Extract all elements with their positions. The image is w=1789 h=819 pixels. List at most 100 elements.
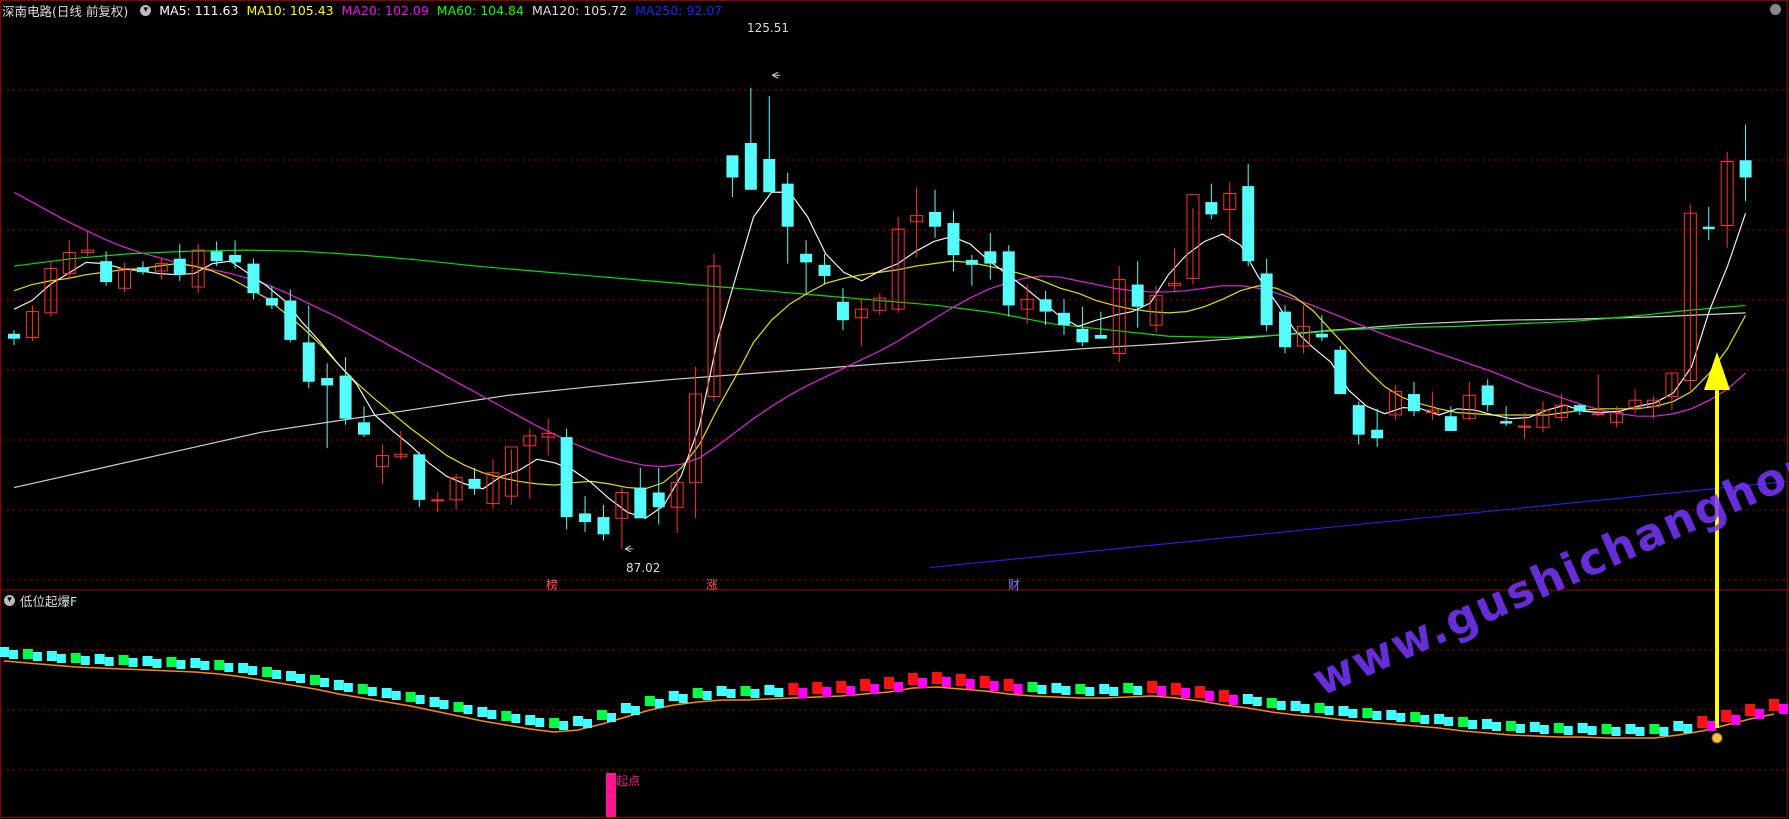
sub-block-magenta bbox=[822, 687, 832, 697]
sub-block-magenta bbox=[1707, 721, 1717, 731]
sub-block-green bbox=[1529, 722, 1540, 732]
sub-block-magenta bbox=[1013, 684, 1023, 694]
candle-body-down bbox=[1702, 226, 1715, 230]
sub-block-green bbox=[1290, 701, 1301, 711]
sub-block-green bbox=[333, 680, 344, 690]
cai-marker: 财 bbox=[1008, 578, 1021, 592]
sub-block-red bbox=[1147, 681, 1158, 693]
candle-body-down bbox=[781, 183, 794, 227]
sub-block-magenta bbox=[798, 688, 808, 698]
sub-block-cyan bbox=[1659, 727, 1669, 736]
sub-block-cyan bbox=[367, 687, 377, 696]
sub-block-cyan bbox=[272, 670, 282, 679]
sub-block-cyan bbox=[1515, 724, 1525, 733]
sub-block-cyan bbox=[1372, 711, 1382, 720]
min-price-label: 87.02 bbox=[626, 561, 661, 575]
sub-block-red bbox=[884, 677, 894, 689]
sub-block-cyan bbox=[1252, 697, 1262, 706]
candle-body-down bbox=[929, 211, 942, 227]
sub-block-green bbox=[70, 653, 81, 663]
ma60-label: MA60: 104.84 bbox=[436, 2, 524, 18]
ma20-line bbox=[13, 191, 1746, 468]
sub-block-magenta bbox=[1181, 688, 1191, 698]
sub-block-cyan bbox=[9, 650, 18, 659]
sub-block-cyan bbox=[463, 705, 473, 714]
candle-body-down bbox=[210, 251, 223, 262]
sub-block-magenta bbox=[1755, 709, 1765, 719]
sub-block-cyan bbox=[559, 721, 569, 730]
sub-block-red bbox=[812, 682, 823, 694]
sub-block-red bbox=[1194, 686, 1205, 698]
sub-block-cyan bbox=[32, 652, 42, 661]
signal-arrow-head bbox=[1704, 352, 1730, 390]
sub-block-cyan bbox=[1539, 725, 1549, 734]
sub-block-red bbox=[1745, 704, 1756, 716]
sub-block-red bbox=[931, 672, 942, 684]
sub-block-cyan bbox=[535, 718, 545, 727]
candle-body-down bbox=[1500, 421, 1513, 424]
sub-block-cyan bbox=[1396, 713, 1406, 722]
candle-body-down bbox=[265, 298, 278, 306]
candle-body-down bbox=[1481, 385, 1494, 406]
candle-body-down bbox=[229, 255, 242, 263]
sub-block-green bbox=[1314, 703, 1325, 713]
sub-block-green bbox=[1625, 724, 1636, 734]
sub-panel-header: ▾ 低位起爆F bbox=[0, 591, 77, 609]
max-pointer bbox=[772, 71, 781, 79]
sub-block-green bbox=[262, 667, 273, 677]
sub-block-green bbox=[214, 660, 225, 670]
sub-block-green bbox=[549, 718, 560, 728]
sub-block-green bbox=[94, 654, 105, 664]
sub-block-green bbox=[46, 651, 57, 661]
sub-block-green bbox=[501, 711, 512, 721]
sub-block-green bbox=[453, 702, 464, 712]
min-pointer bbox=[624, 545, 633, 553]
candle-body-down bbox=[1279, 311, 1292, 348]
chart-canvas bbox=[0, 0, 1789, 818]
sub-block-cyan bbox=[654, 699, 664, 708]
sub-block-cyan bbox=[56, 654, 66, 663]
candle-body-down bbox=[1739, 160, 1752, 178]
candle-body-down bbox=[560, 437, 573, 518]
candle-body-down bbox=[1315, 333, 1328, 338]
sub-block-green bbox=[1673, 721, 1684, 731]
sub-block-red bbox=[979, 676, 990, 688]
candle-body-down bbox=[579, 513, 592, 523]
sub-block-green bbox=[0, 647, 9, 657]
candle-body-down bbox=[836, 301, 849, 321]
sub-panel-title: 低位起爆F bbox=[20, 593, 78, 609]
candle-body-down bbox=[634, 487, 647, 519]
candle-body-down bbox=[468, 478, 481, 489]
candle-body-down bbox=[597, 517, 610, 535]
candle-body-down bbox=[1408, 394, 1420, 412]
sub-block-red bbox=[955, 674, 966, 686]
sub-block-green bbox=[1505, 721, 1516, 731]
qi-dian-label: 起点 bbox=[616, 774, 641, 788]
settings-toggle-icon[interactable]: ▾ bbox=[140, 4, 152, 16]
main-header: 深南电路(日线 前复权) ▾ MA5: 111.63 MA10: 105.43 … bbox=[0, 0, 730, 20]
sub-block-cyan bbox=[1037, 685, 1047, 694]
candle-body-down bbox=[1076, 328, 1089, 343]
sub-block-cyan bbox=[439, 700, 449, 709]
sub-block-green bbox=[644, 696, 655, 706]
candle-body-down bbox=[652, 492, 665, 508]
sub-block-magenta bbox=[1204, 691, 1214, 701]
candle-body-down bbox=[321, 378, 334, 386]
sub-block-cyan bbox=[1420, 715, 1430, 724]
candle-body-down bbox=[800, 253, 813, 263]
ma20-label: MA20: 102.09 bbox=[341, 2, 429, 18]
sub-block-magenta bbox=[1731, 715, 1741, 725]
candle-body-down bbox=[726, 155, 739, 178]
sub-block-green bbox=[118, 655, 129, 665]
window-close-icon[interactable] bbox=[1770, 4, 1781, 15]
sub-block-cyan bbox=[176, 660, 186, 669]
sub-block-green bbox=[1434, 714, 1445, 724]
sub-block-cyan bbox=[487, 710, 497, 719]
candle-body-down bbox=[247, 263, 260, 294]
candle-body-down bbox=[173, 258, 186, 275]
sub-block-cyan bbox=[248, 666, 258, 675]
sub-block-green bbox=[1481, 719, 1492, 729]
sub-toggle-icon[interactable]: ▾ bbox=[4, 594, 15, 606]
ma5-label: MA5: 111.63 bbox=[159, 2, 239, 18]
sub-block-red bbox=[1769, 699, 1779, 711]
